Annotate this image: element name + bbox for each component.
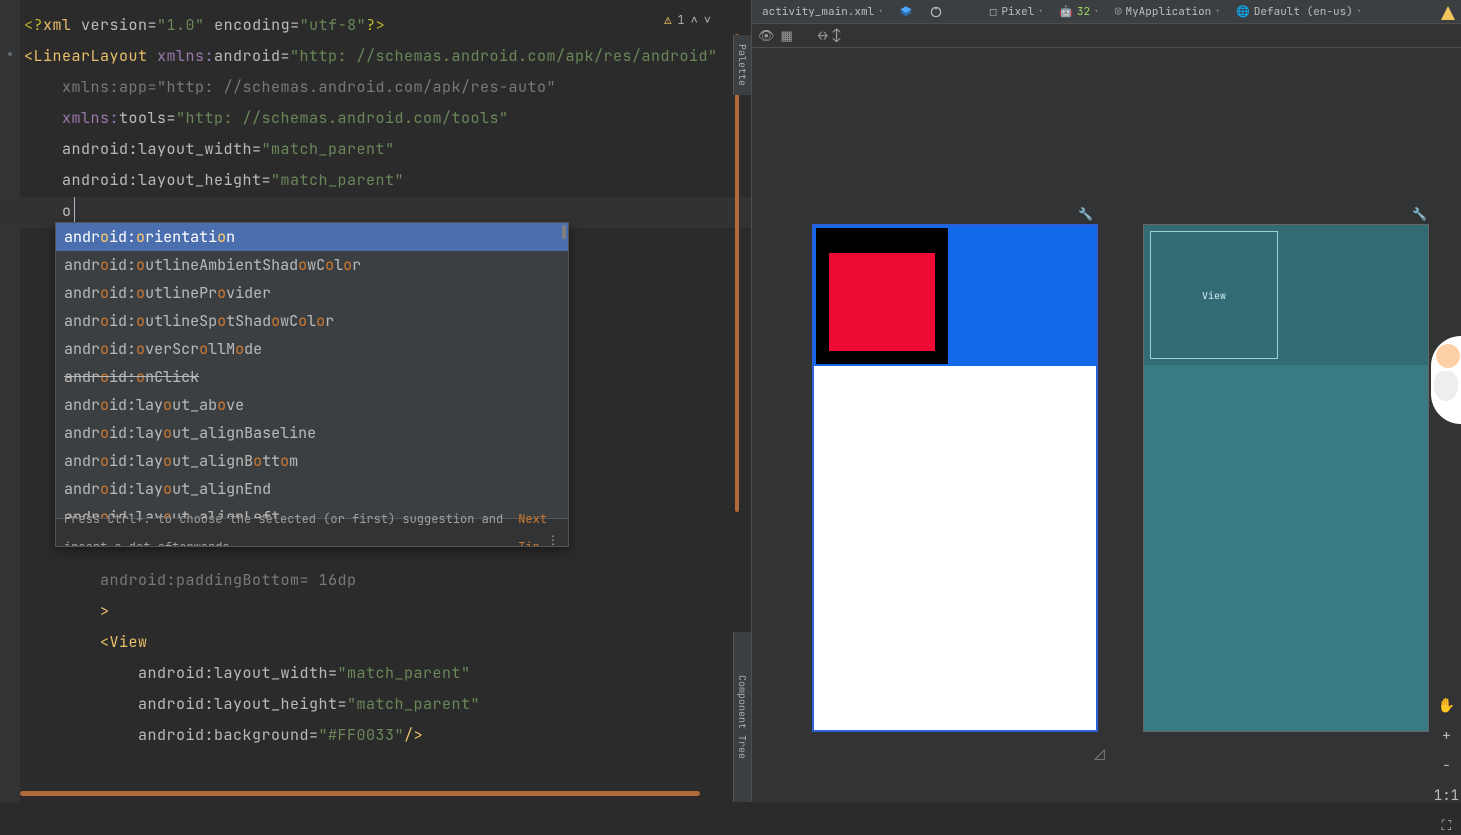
locale-select[interactable]: Default (en-us)▾ [1232, 5, 1366, 19]
autocomplete-popup: android:orientationandroid:outlineAmbien… [55, 222, 569, 547]
pan-tool[interactable]: ✋ [1438, 697, 1455, 715]
globe-icon [1236, 5, 1250, 19]
warning-icon: ⚠ [664, 12, 671, 28]
file-chip[interactable]: activity_main.xml▾ [758, 5, 887, 19]
view-options-icon[interactable]: 👁 [758, 27, 775, 44]
code-area[interactable]: <?xml version="1.0" encoding="utf-8"?><L… [24, 10, 741, 227]
orientation-icon [929, 5, 943, 19]
moon-icon [959, 5, 973, 19]
file-name: activity_main.xml [762, 5, 874, 19]
autocomplete-item[interactable]: android:outlineProvider [56, 279, 568, 307]
text-caret [74, 197, 75, 225]
render-warning-icon[interactable] [1441, 6, 1455, 20]
nightmode-select[interactable] [955, 5, 977, 19]
editor-gutter[interactable] [0, 0, 20, 802]
designer-toolbar: activity_main.xml▾ ◻Pixel▾ 🤖32▾ ◎ MyAppl… [752, 0, 1461, 24]
inspection-widget[interactable]: ⚠ 1 ˄ ˅ [664, 12, 711, 28]
warning-count: 1 [677, 12, 684, 28]
prev-highlight-icon[interactable]: ˄ [691, 12, 698, 28]
blueprint-top: View [1144, 225, 1428, 365]
blueprint-surface[interactable]: View [1143, 224, 1429, 732]
autocomplete-hint: Press Ctrl+. to choose the selected (or … [56, 518, 568, 546]
editor-scrollbar-vertical[interactable] [735, 34, 739, 512]
api-label: 32 [1077, 5, 1090, 19]
preview-view-inner [816, 228, 948, 364]
design-surface[interactable] [812, 224, 1098, 732]
autocomplete-item[interactable]: android:layout_alignBaseline [56, 419, 568, 447]
next-highlight-icon[interactable]: ˅ [704, 12, 711, 28]
wrench-icon[interactable]: 🔧 [1412, 206, 1427, 222]
autocomplete-more-icon[interactable]: ⋮ [547, 526, 558, 547]
pan-up-icon[interactable]: ↕ [833, 27, 841, 44]
autocomplete-item[interactable]: android:layout_alignBottom [56, 447, 568, 475]
component-tree-label: Component Tree [736, 675, 749, 759]
device-select[interactable]: ◻Pixel▾ [985, 5, 1047, 19]
palette-label: Palette [736, 44, 749, 86]
zoom-fit[interactable]: ⛶ [1441, 817, 1451, 835]
api-select[interactable]: 🤖32▾ [1055, 5, 1103, 19]
code-editor-pane: <?xml version="1.0" encoding="utf-8"?><L… [0, 0, 751, 802]
wrench-icon[interactable]: 🔧 [1078, 206, 1093, 222]
blueprint-inner: View [1150, 231, 1278, 359]
palette-tool-tab[interactable]: Palette [733, 35, 751, 95]
autocomplete-item[interactable]: android:orientation [56, 223, 568, 251]
app-label: MyApplication [1125, 5, 1211, 19]
autocomplete-item[interactable]: android:layout_above [56, 391, 568, 419]
surface-select[interactable] [895, 5, 917, 19]
autocomplete-scrollbar[interactable] [562, 225, 566, 239]
component-tree-tool-tab[interactable]: Component Tree [733, 632, 751, 802]
app-theme-select[interactable]: ◎ MyApplication▾ [1111, 5, 1224, 19]
device-label: Pixel [1001, 5, 1034, 19]
editor-scrollbar-horizontal[interactable] [20, 791, 700, 796]
preview-view-top [814, 226, 1096, 366]
autocomplete-item[interactable]: android:overScrollMode [56, 335, 568, 363]
grid-icon[interactable]: ▦ [781, 27, 793, 44]
design-canvas[interactable]: 🔧 🔧 View ◿ ✋ + − [752, 48, 1461, 802]
zoom-actual[interactable]: 1:1 [1434, 787, 1459, 805]
assistant-avatar[interactable] [1431, 336, 1461, 424]
autocomplete-item[interactable]: android:outlineSpotShadowColor [56, 307, 568, 335]
zoom-in[interactable]: + [1442, 727, 1450, 745]
zoom-controls: ✋ + − 1:1 ⛶ [1434, 697, 1459, 835]
preview-view-red [829, 253, 935, 351]
autocomplete-item[interactable]: android:onClick [56, 363, 568, 391]
zoom-out[interactable]: − [1442, 757, 1450, 775]
autocomplete-item[interactable]: android:outlineAmbientShadowColor [56, 251, 568, 279]
designer-subtoolbar: 👁 ▦ ↔ ↕ [752, 24, 1461, 48]
autocomplete-hint-text: Press Ctrl+. to choose the selected (or … [64, 505, 508, 548]
pan-left-icon[interactable]: ↔ [819, 27, 827, 44]
blueprint-view-label: View [1202, 289, 1226, 302]
resize-handle-icon[interactable]: ◿ [1094, 745, 1106, 757]
layers-icon [899, 5, 913, 19]
layout-designer-pane: activity_main.xml▾ ◻Pixel▾ 🤖32▾ ◎ MyAppl… [751, 0, 1461, 802]
orientation-select[interactable] [925, 5, 947, 19]
locale-label: Default (en-us) [1254, 5, 1353, 19]
autocomplete-item[interactable]: android:layout_alignEnd [56, 475, 568, 503]
